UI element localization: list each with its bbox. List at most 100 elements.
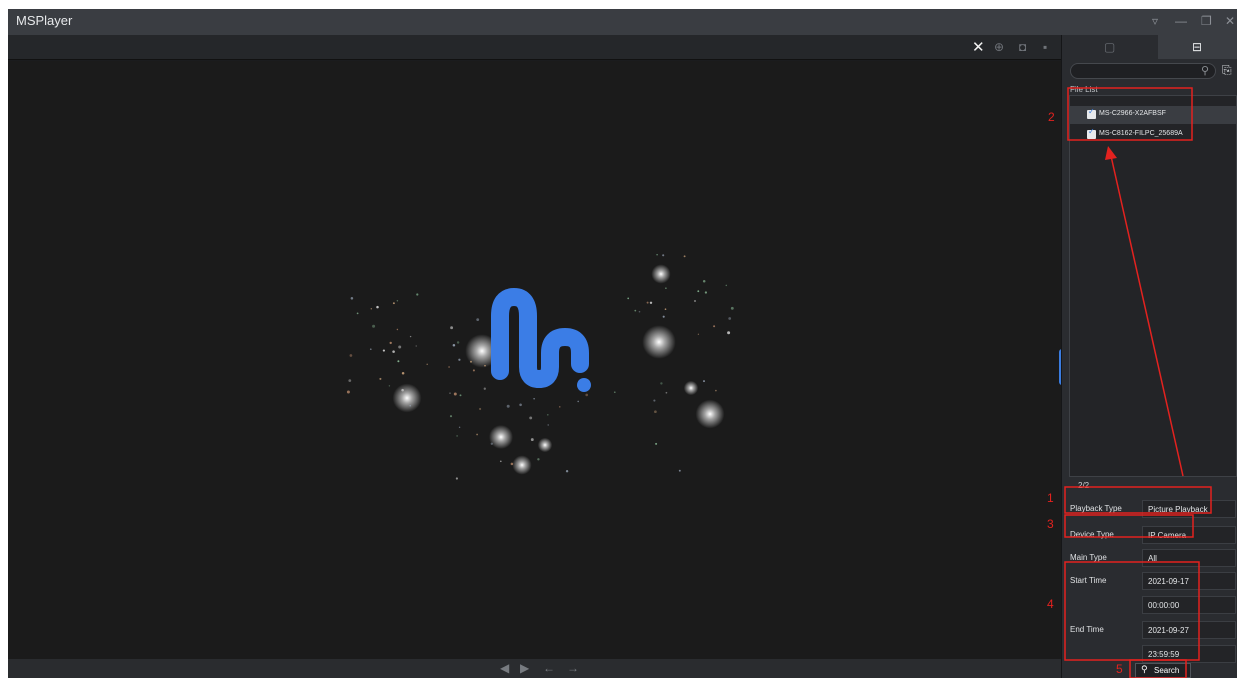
star-particle (506, 404, 510, 408)
end-date-picker[interactable]: 2021-09-27 (1142, 621, 1236, 639)
star-particle (349, 354, 353, 357)
star-particle (613, 391, 616, 394)
star-particle (656, 253, 658, 256)
star-particle (392, 350, 395, 353)
star-particle (356, 312, 359, 315)
star-particle (547, 424, 549, 426)
star-particle (379, 377, 382, 380)
star-particle (725, 284, 728, 287)
star-particle (392, 302, 395, 305)
star-particle (448, 366, 451, 368)
zoom-icon[interactable]: ⊕ (994, 40, 1004, 54)
star-particle (456, 341, 460, 344)
star-particle (655, 442, 658, 445)
star-particle (653, 399, 656, 402)
star-particle (470, 360, 472, 363)
glow-particle (651, 264, 671, 284)
list-item[interactable]: MS-C2966-X2AFBSF (1070, 106, 1236, 124)
snapshot-icon[interactable]: ◘ (1019, 40, 1026, 54)
star-particle (401, 372, 405, 375)
file-search-input[interactable]: ⚲ (1070, 63, 1216, 79)
star-particle (382, 349, 385, 352)
file-name: MS-C8162-FILPC_25689A (1099, 130, 1183, 137)
star-particle (519, 403, 522, 407)
star-particle (450, 326, 454, 330)
star-particle (376, 305, 379, 309)
star-particle (537, 458, 540, 461)
star-particle (660, 382, 663, 385)
record-icon[interactable]: ▪ (1043, 40, 1047, 54)
star-particle (459, 394, 462, 397)
star-particle (452, 343, 456, 347)
close-video-icon[interactable]: ✕ (972, 38, 985, 56)
minimize-icon[interactable]: — (1175, 14, 1187, 28)
star-particle (449, 392, 451, 394)
star-particle (646, 301, 649, 304)
tab-files[interactable]: ▢ (1062, 35, 1158, 59)
next-frame-icon[interactable]: ▶ (520, 661, 529, 675)
star-particle (458, 426, 461, 428)
glow-particle (489, 425, 513, 449)
star-particle (559, 406, 561, 408)
annotation-number-4: 4 (1047, 597, 1054, 611)
glow-particle (537, 437, 553, 453)
star-particle (649, 301, 653, 305)
close-window-icon[interactable]: ✕ (1225, 14, 1235, 28)
playback-bar: ◀ ▶ ← → (8, 659, 1061, 678)
star-particle (476, 318, 480, 321)
end-time-row: 23:59:59 (1062, 644, 1237, 664)
export-icon[interactable]: ⎘ (1222, 63, 1232, 78)
video-display[interactable] (8, 61, 1061, 659)
star-particle (703, 380, 705, 383)
restore-icon[interactable]: ❐ (1201, 14, 1212, 28)
device-type-select[interactable]: IP Camera (1142, 526, 1236, 544)
star-particle (662, 254, 665, 257)
device-type-label: Device Type (1070, 530, 1114, 539)
tab-devices[interactable]: ⊟ (1158, 35, 1237, 59)
file-checkbox[interactable] (1087, 127, 1096, 139)
annotation-number-5: 5 (1116, 662, 1123, 676)
star-particle (370, 308, 373, 310)
glow-particle (695, 399, 725, 429)
prev-frame-icon[interactable]: ◀ (500, 661, 509, 675)
star-particle (415, 345, 417, 347)
end-time-spinner[interactable]: 23:59:59 (1142, 645, 1236, 663)
sidebar-panel: ▢ ⊟ ⚲ ⎘ File List MS-C2966-X2AFBSF MS-C8… (1061, 35, 1237, 678)
star-particle (664, 308, 667, 311)
forward-arrow-icon[interactable]: → (567, 661, 579, 675)
star-particle (546, 413, 549, 416)
end-time-label: End Time (1070, 625, 1104, 634)
annotation-number-1: 1 (1047, 491, 1054, 505)
glow-particle (392, 383, 422, 413)
dropdown-icon[interactable]: ▿ (1152, 14, 1158, 28)
star-particle (401, 388, 404, 392)
glow-particle (642, 325, 676, 359)
search-button[interactable]: ⚲ Search (1135, 663, 1191, 678)
star-particle (665, 391, 668, 394)
back-arrow-icon[interactable]: ← (543, 661, 555, 675)
star-particle (396, 300, 399, 302)
star-particle (730, 306, 734, 310)
star-particle (388, 385, 391, 387)
star-particle (713, 325, 716, 328)
file-count: 2/2 (1078, 481, 1090, 490)
main-type-label: Main Type (1070, 553, 1107, 562)
start-time-spinner[interactable]: 00:00:00 (1142, 596, 1236, 614)
star-particle (694, 300, 696, 302)
search-icon[interactable]: ⚲ (1201, 64, 1209, 77)
file-checkbox[interactable] (1087, 107, 1096, 119)
star-particle (484, 364, 486, 367)
star-particle (398, 345, 402, 349)
star-particle (455, 477, 458, 480)
playback-type-select[interactable]: Picture Playback (1142, 500, 1236, 518)
star-particle (372, 324, 376, 328)
start-date-picker[interactable]: 2021-09-17 (1142, 572, 1236, 590)
list-item[interactable]: MS-C8162-FILPC_25689A (1070, 126, 1236, 144)
star-particle (409, 335, 412, 338)
star-particle (565, 470, 569, 473)
star-particle (389, 341, 392, 345)
star-particle (456, 435, 458, 437)
main-type-select[interactable]: All (1142, 549, 1236, 567)
star-particle (490, 442, 493, 445)
star-particle (638, 310, 641, 313)
